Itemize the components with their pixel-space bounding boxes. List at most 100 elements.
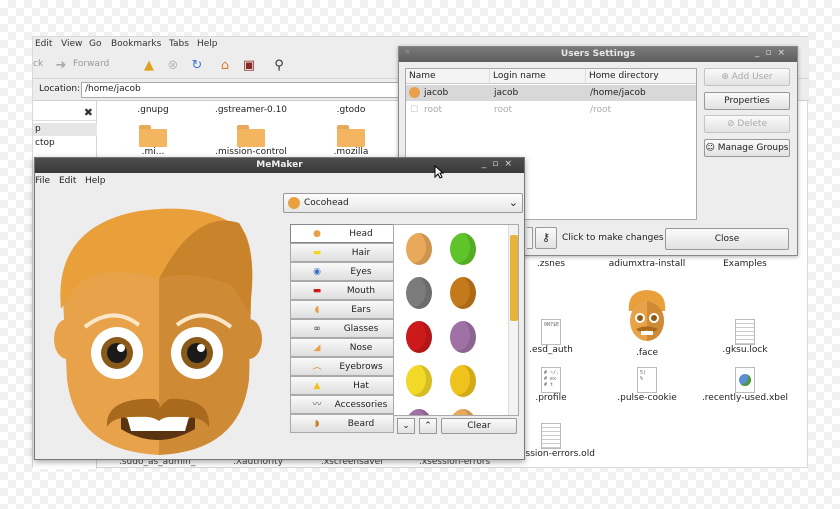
menu-help[interactable]: Help [197,39,218,49]
category-label: Accessories [334,400,388,410]
category-eyebrows[interactable]: ︵ Eyebrows [290,357,394,376]
category-ears[interactable]: ◖ Ears [290,300,394,319]
menu-bookmarks[interactable]: Bookmarks [111,39,161,49]
category-beard[interactable]: ◗ Beard [290,414,394,433]
avatar-canvas[interactable] [35,189,279,459]
category-hair[interactable]: ▬ Hair [290,243,394,262]
scroll-up-button[interactable]: ⌃ [419,418,437,434]
file-label: Examples [723,259,767,269]
menu-file[interactable]: File [35,176,50,186]
category-mouth[interactable]: ▬ Mouth [290,281,394,300]
color-swatch[interactable] [450,321,476,353]
reload-icon[interactable]: ↻ [189,58,205,74]
file-item[interactable]: Examples [697,259,793,269]
location-input[interactable]: /home/jacob [81,82,401,98]
window-controls-icon[interactable]: _▫× [482,159,518,169]
menu-edit[interactable]: Edit [59,176,76,186]
user-name: root [424,105,443,115]
file-item[interactable]: .gksu.lock [697,319,793,355]
users-settings-titlebar[interactable]: ◦ Users Settings _▫× [399,47,797,62]
menu-tabs[interactable]: Tabs [169,39,189,49]
close-button[interactable]: Close [665,228,789,250]
menu-edit[interactable]: Edit [35,39,52,49]
column-header-login[interactable]: Login name [490,69,586,84]
column-header-name[interactable]: Name [406,69,490,84]
user-login: root [494,105,513,115]
file-item[interactable]: .gtodo [303,105,399,115]
file-label: .gksu.lock [722,345,768,355]
scroll-down-button[interactable]: ⌄ [397,418,415,434]
computer-icon[interactable]: ▣ [241,58,257,74]
preset-dropdown[interactable]: Cocohead ⌄ [283,193,523,213]
folder-icon [237,125,265,147]
file-item[interactable]: .gnupg [105,105,201,115]
user-home: /root [590,105,612,115]
window-controls-icon[interactable]: _▫× [755,48,791,58]
location-label: Location: [39,84,81,94]
color-swatch[interactable] [450,277,476,309]
category-eyes[interactable]: ◉ Eyes [290,262,394,281]
color-swatch[interactable] [406,409,432,415]
up-arrow-icon[interactable]: ▲ [141,58,157,74]
menu-go[interactable]: Go [89,39,101,49]
color-swatch[interactable] [450,233,476,265]
color-swatch[interactable] [450,365,476,397]
category-head[interactable]: ● Head [290,224,394,243]
file-item[interactable]: .recently-used.xbel [697,367,793,403]
forward-arrow-icon: ➜ [55,58,67,73]
search-icon[interactable]: ⚲ [271,58,287,74]
category-label: Nose [349,343,373,353]
menu-help[interactable]: Help [85,176,106,186]
file-label: adiumxtra-install [608,259,686,269]
category-glasses[interactable]: ∞ Glasses [290,319,394,338]
sidebar-item[interactable]: ctop [33,137,97,150]
preset-value: Cocohead [304,198,349,208]
scrollbar-thumb[interactable] [510,235,518,321]
menu-view[interactable]: View [61,39,82,49]
color-swatch[interactable] [406,365,432,397]
sidebar-item[interactable]: p [33,123,97,136]
category-label: Head [349,229,373,239]
user-row[interactable]: jacob jacob /home/jacob [406,85,696,101]
add-user-icon: ⊕ [721,72,732,82]
file-item[interactable]: .face [599,287,695,358]
stop-icon[interactable]: ⊗ [165,58,181,74]
close-icon[interactable]: ✖ [84,106,93,119]
category-label: Glasses [343,324,379,334]
avatar: ☐ [410,105,419,115]
color-swatch[interactable] [406,233,432,265]
home-icon[interactable]: ⌂ [217,58,233,74]
color-swatch[interactable] [406,321,432,353]
category-hat[interactable]: ▲ Hat [290,376,394,395]
folder-icon [139,125,167,147]
file-item[interactable]: .gstreamer-0.10 [203,105,299,115]
swatch-scrollbar[interactable] [508,225,518,415]
back-button[interactable]: ck [33,59,43,69]
color-swatch[interactable] [450,409,476,415]
delete-icon: ⊘ [727,119,738,129]
add-user-button[interactable]: ⊕ Add User [704,68,790,86]
folder-item[interactable]: .mozilla [303,125,399,157]
binary-file-icon: 5) % [637,367,657,393]
beard-icon: ◗ [314,419,320,429]
user-row[interactable]: ☐ root root /root [406,102,696,118]
left-eye-highlight [117,344,125,352]
unlock-button[interactable]: ⚷ [535,227,557,249]
category-accessories[interactable]: 〰 Accessories [290,395,394,414]
manage-groups-label: Manage Groups [717,143,789,153]
category-nose[interactable]: ◢ Nose [290,338,394,357]
column-header-home[interactable]: Home directory [586,69,696,84]
cocohead-icon [288,197,300,209]
properties-button[interactable]: Properties [704,92,790,110]
delete-button[interactable]: ⊘ Delete [704,115,790,133]
folder-item[interactable]: .mi... [105,125,201,157]
folder-icon [337,125,365,147]
color-swatch[interactable] [406,277,432,309]
clear-button[interactable]: Clear [441,418,517,434]
memaker-titlebar[interactable]: MeMaker _▫× [35,158,524,173]
file-item[interactable]: adiumxtra-install [599,259,695,269]
folder-item[interactable]: .mission-control [203,125,299,157]
file-item[interactable]: 5) % .pulse-cookie [599,367,695,403]
manage-groups-button[interactable]: ☺ Manage Groups [704,139,790,157]
forward-button[interactable]: Forward [73,59,109,69]
